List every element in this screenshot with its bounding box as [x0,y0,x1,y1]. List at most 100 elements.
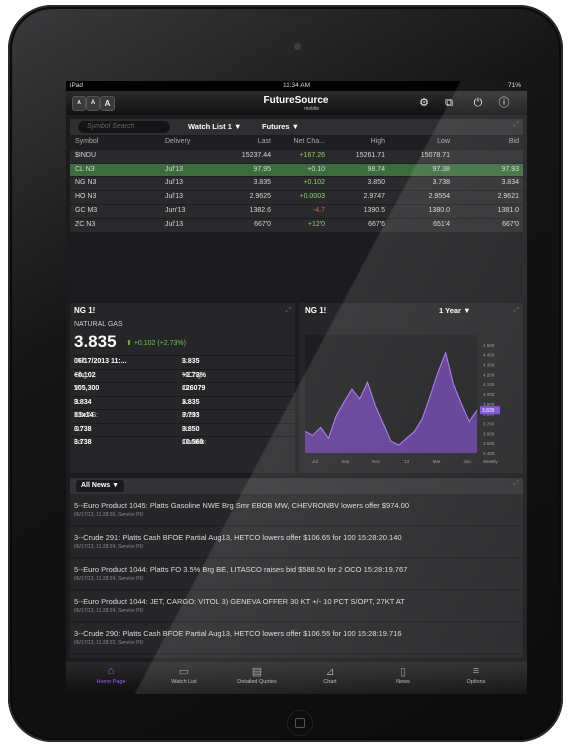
layout-icon[interactable]: ⧉ [441,96,457,110]
cell-last: 15237.44 [241,151,271,159]
cell-symbol: GC M3 [75,206,98,214]
brand-name: FutureSource [263,95,329,106]
news-headline: 5--Euro Product 1044: JET, CARGO: VITOL … [74,597,405,606]
cell-low: 97.38 [432,165,450,173]
cell-high: 98.74 [367,165,385,173]
options-icon: ≡ [472,665,480,677]
tab-options[interactable]: ≡ Options [441,662,511,694]
cell-net-change: +167.26 [299,151,326,159]
quote-row: V: 105,300 OI: 126079 [70,382,295,396]
cell-delivery: Jul'13 [165,220,184,228]
tab-watch-list[interactable]: ▭ Watch List [149,662,219,694]
news-meta: 06/17/13, 11:28:26, Service PD [74,512,144,518]
interval-label: Weekly [483,459,498,464]
news-item[interactable]: 5--Euro Product 1044: JET, CARGO: VITOL … [70,592,523,622]
cell-high: 667'6 [368,220,385,228]
font-medium-button[interactable]: A [86,96,100,111]
news-item[interactable]: 5--Euro Product 1044: Platts FO 3.5% Brg… [70,560,523,590]
news-item[interactable]: 5--Euro Product 1045: Platts Gasoline NW… [70,496,523,526]
y-tick-label: 4.200 [483,372,495,377]
cell-delivery: Jul'13 [165,179,184,187]
quotes-icon: ▤ [251,666,263,678]
news-filter-dropdown[interactable]: All News ▼ [76,480,125,492]
field-label: %Chg: [182,371,204,379]
tab-label: News [396,679,410,685]
quote-row: Chg: +0.102 %Chg: +2.73% [70,368,295,383]
column-header[interactable]: Last [220,136,271,149]
home-button[interactable] [287,710,313,736]
ipad-frame: iPad 11:34 AM 71% A A A FutureSource mob… [8,5,563,742]
y-tick-label: 4.500 [483,343,495,348]
font-small-button[interactable]: A [72,96,86,111]
cell-symbol: CL N3 [75,165,95,173]
tab-bar: ⌂ Home Page ▭ Watch List ▤ Detailed Quotes … [66,662,527,694]
house-icon: ⌂ [107,665,115,677]
cell-net-change: +0.10 [307,165,325,173]
clock: 11:34 AM [283,82,310,89]
x-tick-label: Sep [341,459,350,464]
field-label: Lo: [74,439,84,446]
table-row[interactable]: ZC N3 Jul'13 667'0 +12'0 667'6 651'4 667… [70,218,523,233]
column-header[interactable]: High [330,136,385,149]
cell-net-change: -4.7 [312,206,325,214]
expand-icon[interactable]: ⤢ [513,480,519,488]
table-row[interactable]: $INDU 15237.44 +167.26 15261.71 15078.71 [70,149,523,164]
power-icon[interactable]: ⏻ [470,96,486,110]
quote-field: Chg: +0.102 [74,370,178,383]
symbol-search-input[interactable]: Symbol Search [78,121,170,133]
y-tick-label: 3.700 [483,422,495,427]
cell-last: 3.835 [253,179,271,187]
y-tick-label: 4.300 [483,363,495,368]
quote-row: B: 3.834 A: 3.835 [70,395,295,410]
news-panel: All News ▼ ⤢ 5--Euro Product 1045: Platt… [70,478,523,658]
quote-field: Prev: 3.733 [182,410,200,423]
x-tick-label: Nov [372,459,381,464]
quote-name: NATURAL GAS [74,321,123,328]
column-header[interactable]: Symbol [75,136,130,149]
field-label: Prev: [182,412,199,419]
cell-high: 15261.71 [355,151,385,159]
quote-details: LTT: 06/17/2013 11:... L: 3.835 Chg: +0.… [70,355,295,450]
x-tick-label: Jul [312,459,318,464]
table-row[interactable]: GC M3 Jun'13 1382.6 -4.7 1390.5 1380.0 1… [70,204,523,219]
column-header[interactable]: Low [390,136,450,149]
news-item[interactable]: 3--Crude 291: Platts Cash BFOE Partial A… [70,528,523,558]
tab-detailed-quotes[interactable]: ▤ Detailed Quotes [222,662,292,694]
battery-level: 71% [507,82,521,89]
settings-icon[interactable]: ⚙ [416,96,432,110]
cell-symbol: $INDU [75,151,97,159]
watchlist-dropdown[interactable]: Watch List 1 ▼ [188,121,241,133]
news-item[interactable]: 3--Crude 290: Platts Cash BFOE Partial A… [70,624,523,654]
cell-last: 1382.6 [249,206,271,214]
news-headline: 5--Euro Product 1044: Platts FO 3.5% Brg… [74,565,408,574]
cell-net-change: +0.102 [303,179,325,187]
cell-net-change: +12'0 [307,220,325,228]
cell-bid: 97.93 [501,165,519,173]
tab-label: Options [466,679,486,685]
quote-field: OI: 126079 [182,383,205,396]
column-header[interactable]: Net Cha... [273,136,325,149]
quote-last-price: 3.835 [74,332,117,351]
quote-field: Contrib: 10.560 [182,437,207,450]
x-tick-label: Mar [433,459,441,464]
price-chart[interactable]: 4.5004.4004.3004.2004.1004.0003.9003.800… [299,303,523,473]
table-row-selected[interactable]: CL N3 Jul'13 97.95 +0.10 98.74 97.38 97.… [70,163,523,178]
expand-icon[interactable]: ⤢ [513,121,519,129]
instrument-type-dropdown[interactable]: Futures ▼ [262,121,299,133]
cell-delivery: Jun'13 [165,206,186,214]
column-header[interactable]: Bid [455,136,519,149]
tab-news[interactable]: ▯ News [368,662,438,694]
tab-home-page[interactable]: ⌂ Home Page [76,662,146,694]
cell-delivery: Jul'13 [165,165,184,173]
info-icon[interactable]: ⓘ [496,96,512,110]
column-header[interactable]: Delivery [165,136,225,149]
news-meta: 06/17/13, 11:28:22, Service PD [74,640,144,646]
tab-chart[interactable]: ⊿ Chart [295,662,365,694]
font-large-button[interactable]: A [100,96,115,111]
expand-icon[interactable]: ⤢ [285,307,291,315]
news-icon: ▯ [399,666,407,678]
table-row[interactable]: NG N3 Jul'13 3.835 +0.102 3.850 3.738 3.… [70,177,523,192]
table-row[interactable]: HO N3 Jul'13 2.9625 +0.0003 2.9747 2.955… [70,191,523,205]
quote-row: Lo: 3.738 Contrib: 10.560 [70,436,295,450]
quote-field: Lo: 3.738 [74,437,178,450]
